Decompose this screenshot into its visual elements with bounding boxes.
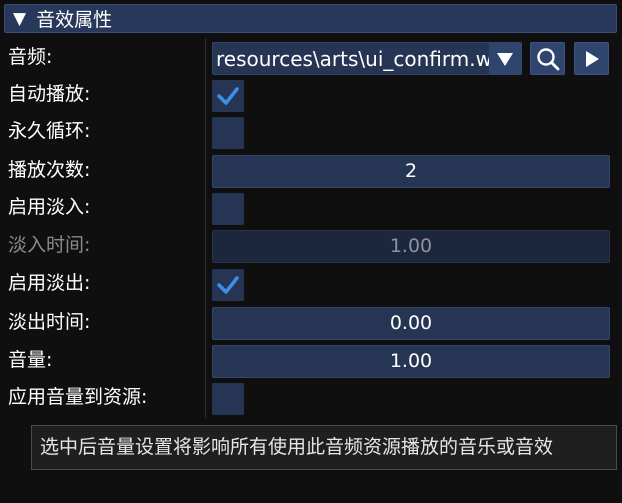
fade-out-checkbox[interactable] (212, 269, 244, 301)
fade-out-enabled-label: 启用淡出: (8, 272, 91, 294)
panel-title: 音效属性 (36, 9, 113, 31)
row-fade-in-enabled: 启用淡入: (0, 189, 622, 226)
row-audio: 音频: resources\arts\ui_confirm.w (0, 39, 622, 76)
fade-out-time-input[interactable]: 0.00 (212, 307, 610, 340)
loop-label: 永久循环: (8, 120, 91, 142)
apply-volume-label: 应用音量到资源: (8, 386, 148, 408)
row-play-count: 播放次数: 2 (0, 152, 622, 189)
row-autoplay: 自动播放: (0, 76, 622, 113)
row-fade-out-enabled: 启用淡出: (0, 265, 622, 302)
autoplay-label: 自动播放: (8, 83, 91, 105)
play-button[interactable] (574, 42, 609, 75)
volume-input[interactable]: 1.00 (212, 345, 610, 378)
row-loop: 永久循环: (0, 113, 622, 150)
triangle-down-icon: ▼ (13, 8, 27, 29)
row-fade-in-time: 淡入时间: 1.00 (0, 227, 622, 264)
autoplay-checkbox[interactable] (212, 80, 244, 112)
fade-in-time-label: 淡入时间: (8, 234, 91, 256)
audio-label: 音频: (8, 46, 53, 68)
apply-volume-checkbox[interactable] (212, 383, 244, 415)
fade-in-enabled-label: 启用淡入: (8, 196, 91, 218)
fade-in-time-input: 1.00 (212, 230, 610, 263)
checkmark-icon (217, 87, 239, 105)
play-count-label: 播放次数: (8, 159, 91, 181)
volume-label: 音量: (8, 349, 53, 371)
row-fade-out-time: 淡出时间: 0.00 (0, 304, 622, 341)
audio-combo[interactable]: resources\arts\ui_confirm.w (212, 42, 522, 75)
search-button[interactable] (530, 42, 565, 75)
triangle-down-icon (497, 52, 513, 66)
play-count-input[interactable]: 2 (212, 155, 610, 188)
row-apply-volume: 应用音量到资源: (0, 379, 622, 416)
loop-checkbox[interactable] (212, 117, 244, 149)
audio-path-text: resources\arts\ui_confirm.w (216, 47, 492, 71)
dropdown-arrow[interactable] (489, 43, 521, 74)
search-icon (536, 47, 559, 70)
panel-header[interactable]: ▼ 音效属性 (4, 4, 617, 33)
fade-in-checkbox[interactable] (212, 193, 244, 225)
checkmark-icon (217, 276, 239, 294)
row-volume: 音量: 1.00 (0, 342, 622, 379)
fade-out-time-label: 淡出时间: (8, 311, 91, 333)
play-icon (585, 50, 599, 67)
tooltip: 选中后音量设置将影响所有使用此音频资源播放的音乐或音效 (31, 425, 617, 470)
